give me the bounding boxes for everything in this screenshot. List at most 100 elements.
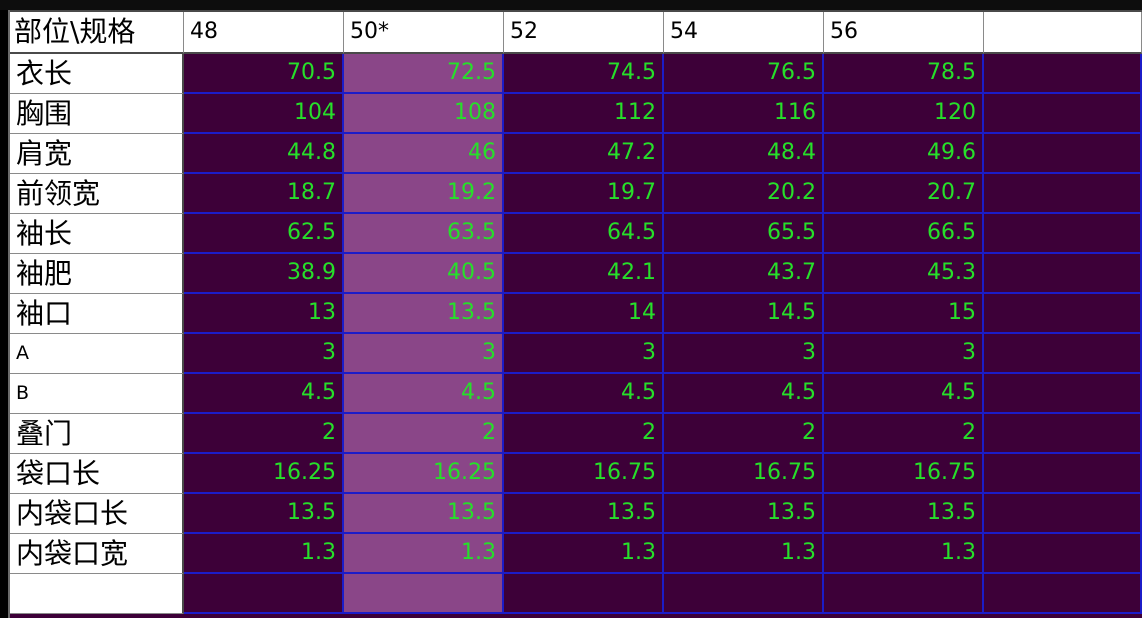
row-header[interactable]: 衣长 bbox=[10, 54, 184, 94]
row-header[interactable]: 叠门 bbox=[10, 414, 184, 454]
measurement-cell[interactable]: 3 bbox=[504, 334, 664, 374]
measurement-cell[interactable]: 45.3 bbox=[824, 254, 984, 294]
row-header[interactable]: 袖长 bbox=[10, 214, 184, 254]
empty-cell[interactable] bbox=[984, 54, 1142, 94]
measurement-cell[interactable] bbox=[504, 574, 664, 614]
row-header[interactable] bbox=[10, 574, 184, 614]
empty-cell[interactable] bbox=[984, 94, 1142, 134]
measurement-cell[interactable] bbox=[664, 574, 824, 614]
measurement-cell[interactable]: 38.9 bbox=[184, 254, 344, 294]
empty-cell[interactable] bbox=[984, 414, 1142, 454]
measurement-cell[interactable]: 63.5 bbox=[344, 214, 504, 254]
empty-cell[interactable] bbox=[984, 254, 1142, 294]
size-spec-grid[interactable]: 部位\规格 48 50* 52 54 56 衣长 70.5 72.5 74.5 76.5 78.5 胸围… bbox=[10, 12, 1142, 618]
measurement-cell[interactable]: 74.5 bbox=[504, 54, 664, 94]
measurement-cell[interactable]: 1.3 bbox=[184, 534, 344, 574]
empty-cell[interactable] bbox=[984, 174, 1142, 214]
measurement-cell[interactable]: 65.5 bbox=[664, 214, 824, 254]
measurement-cell[interactable]: 1.3 bbox=[344, 534, 504, 574]
column-header-size[interactable]: 54 bbox=[664, 12, 824, 54]
row-header[interactable]: B bbox=[10, 374, 184, 414]
measurement-cell[interactable]: 3 bbox=[184, 334, 344, 374]
measurement-cell[interactable]: 120 bbox=[824, 94, 984, 134]
empty-cell[interactable] bbox=[984, 134, 1142, 174]
measurement-cell[interactable]: 72.5 bbox=[344, 54, 504, 94]
measurement-cell[interactable]: 16.25 bbox=[344, 454, 504, 494]
measurement-cell[interactable]: 20.2 bbox=[664, 174, 824, 214]
measurement-cell[interactable]: 2 bbox=[504, 414, 664, 454]
empty-cell[interactable] bbox=[984, 494, 1142, 534]
measurement-cell[interactable]: 18.7 bbox=[184, 174, 344, 214]
measurement-cell[interactable]: 112 bbox=[504, 94, 664, 134]
row-header[interactable]: 胸围 bbox=[10, 94, 184, 134]
measurement-cell[interactable]: 13.5 bbox=[664, 494, 824, 534]
empty-cell[interactable] bbox=[984, 374, 1142, 414]
row-header[interactable]: 内袋口长 bbox=[10, 494, 184, 534]
empty-cell[interactable] bbox=[984, 574, 1142, 614]
measurement-cell[interactable]: 49.6 bbox=[824, 134, 984, 174]
measurement-cell[interactable] bbox=[184, 574, 344, 614]
row-header[interactable]: 袋口长 bbox=[10, 454, 184, 494]
measurement-cell[interactable]: 4.5 bbox=[824, 374, 984, 414]
measurement-cell[interactable]: 47.2 bbox=[504, 134, 664, 174]
measurement-cell[interactable]: 64.5 bbox=[504, 214, 664, 254]
measurement-cell[interactable]: 78.5 bbox=[824, 54, 984, 94]
column-header-size[interactable]: 52 bbox=[504, 12, 664, 54]
measurement-cell[interactable]: 2 bbox=[344, 414, 504, 454]
measurement-cell[interactable]: 19.2 bbox=[344, 174, 504, 214]
row-header[interactable]: 肩宽 bbox=[10, 134, 184, 174]
measurement-cell[interactable]: 2 bbox=[664, 414, 824, 454]
empty-cell[interactable] bbox=[984, 454, 1142, 494]
measurement-cell[interactable]: 104 bbox=[184, 94, 344, 134]
measurement-cell[interactable]: 20.7 bbox=[824, 174, 984, 214]
measurement-cell[interactable]: 16.25 bbox=[184, 454, 344, 494]
measurement-cell[interactable]: 2 bbox=[184, 414, 344, 454]
measurement-cell[interactable]: 3 bbox=[824, 334, 984, 374]
measurement-cell[interactable]: 2 bbox=[824, 414, 984, 454]
measurement-cell[interactable]: 42.1 bbox=[504, 254, 664, 294]
measurement-cell[interactable]: 1.3 bbox=[664, 534, 824, 574]
empty-cell[interactable] bbox=[984, 334, 1142, 374]
measurement-cell[interactable]: 1.3 bbox=[504, 534, 664, 574]
measurement-cell[interactable]: 3 bbox=[664, 334, 824, 374]
row-header[interactable]: 袖口 bbox=[10, 294, 184, 334]
measurement-cell[interactable]: 1.3 bbox=[824, 534, 984, 574]
measurement-cell[interactable]: 43.7 bbox=[664, 254, 824, 294]
measurement-cell[interactable]: 13 bbox=[184, 294, 344, 334]
row-header[interactable]: A bbox=[10, 334, 184, 374]
row-header[interactable]: 袖肥 bbox=[10, 254, 184, 294]
measurement-cell[interactable]: 46 bbox=[344, 134, 504, 174]
column-header-size[interactable]: 56 bbox=[824, 12, 984, 54]
measurement-cell[interactable]: 19.7 bbox=[504, 174, 664, 214]
measurement-cell[interactable]: 4.5 bbox=[664, 374, 824, 414]
measurement-cell[interactable]: 3 bbox=[344, 334, 504, 374]
empty-cell[interactable] bbox=[984, 534, 1142, 574]
measurement-cell[interactable]: 48.4 bbox=[664, 134, 824, 174]
empty-cell[interactable] bbox=[984, 294, 1142, 334]
row-header[interactable]: 前领宽 bbox=[10, 174, 184, 214]
measurement-cell[interactable]: 70.5 bbox=[184, 54, 344, 94]
row-header[interactable]: 内袋口宽 bbox=[10, 534, 184, 574]
measurement-cell[interactable]: 13.5 bbox=[504, 494, 664, 534]
measurement-cell[interactable]: 4.5 bbox=[504, 374, 664, 414]
measurement-cell[interactable]: 116 bbox=[664, 94, 824, 134]
measurement-cell[interactable]: 76.5 bbox=[664, 54, 824, 94]
measurement-cell[interactable]: 13.5 bbox=[824, 494, 984, 534]
measurement-cell[interactable]: 4.5 bbox=[184, 374, 344, 414]
measurement-cell[interactable]: 16.75 bbox=[824, 454, 984, 494]
column-header-size[interactable]: 48 bbox=[184, 12, 344, 54]
measurement-cell[interactable]: 13.5 bbox=[344, 294, 504, 334]
measurement-cell[interactable] bbox=[344, 574, 504, 614]
measurement-cell[interactable]: 14 bbox=[504, 294, 664, 334]
measurement-cell[interactable] bbox=[824, 574, 984, 614]
measurement-cell[interactable]: 40.5 bbox=[344, 254, 504, 294]
measurement-cell[interactable]: 44.8 bbox=[184, 134, 344, 174]
measurement-cell[interactable]: 16.75 bbox=[664, 454, 824, 494]
measurement-cell[interactable]: 15 bbox=[824, 294, 984, 334]
measurement-cell[interactable]: 4.5 bbox=[344, 374, 504, 414]
measurement-cell[interactable]: 14.5 bbox=[664, 294, 824, 334]
measurement-cell[interactable]: 13.5 bbox=[344, 494, 504, 534]
measurement-cell[interactable]: 66.5 bbox=[824, 214, 984, 254]
measurement-cell[interactable]: 62.5 bbox=[184, 214, 344, 254]
measurement-cell[interactable]: 13.5 bbox=[184, 494, 344, 534]
